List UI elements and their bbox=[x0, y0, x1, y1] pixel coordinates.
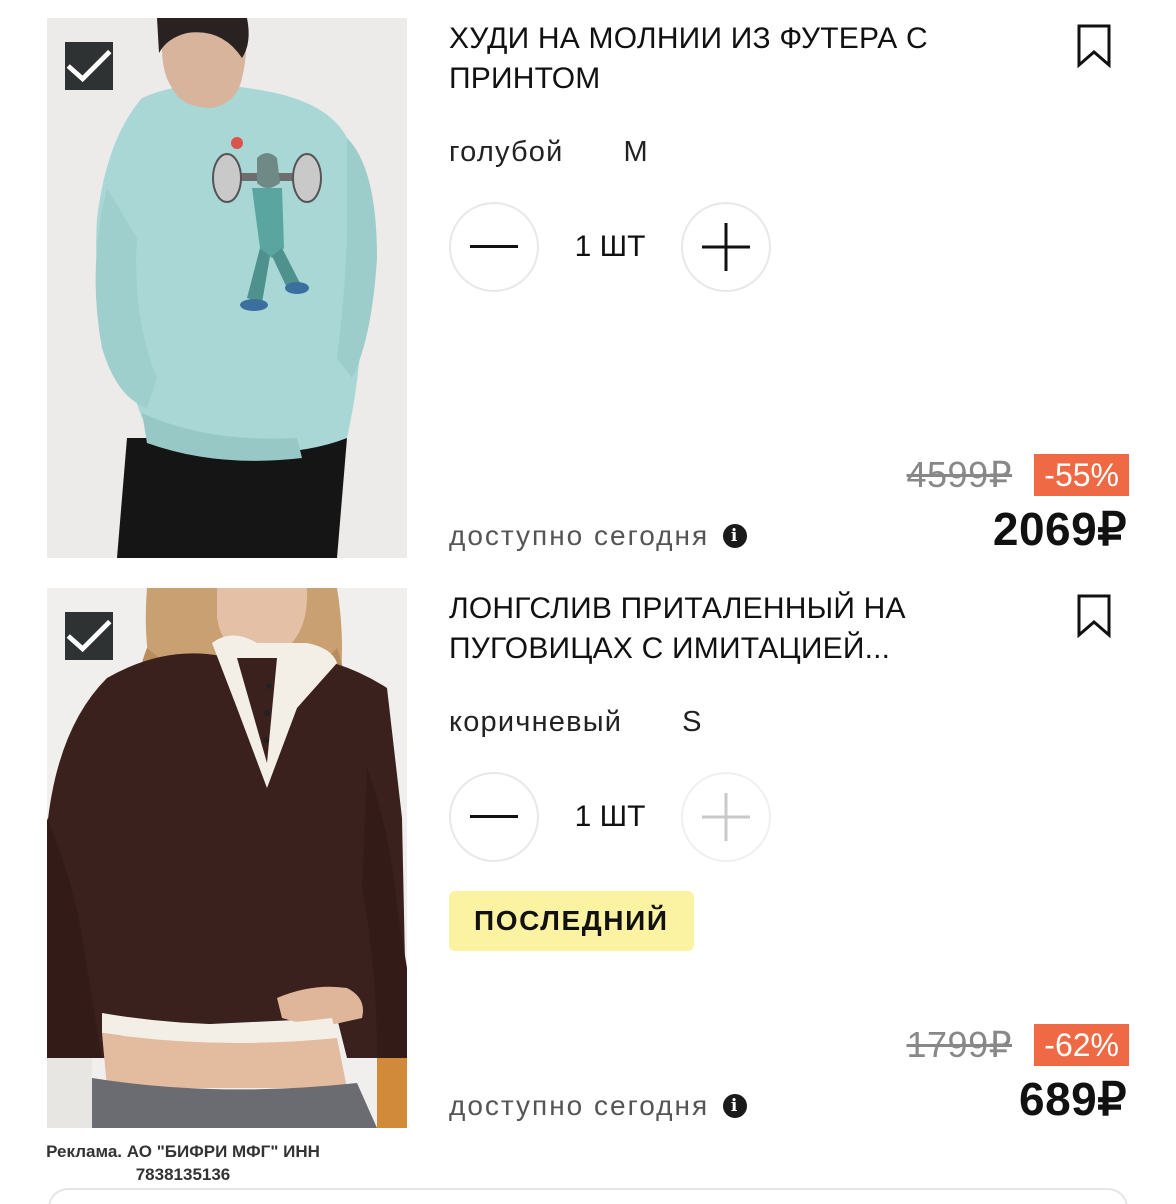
availability-text: доступно сегодня i bbox=[449, 1090, 748, 1122]
current-price: 2069₽ bbox=[992, 503, 1127, 555]
product-attributes: голубой M bbox=[449, 136, 649, 169]
product-image[interactable] bbox=[47, 588, 407, 1128]
discount-badge: -62% bbox=[1034, 1024, 1129, 1066]
checkmark-icon bbox=[66, 49, 112, 83]
current-price: 689₽ bbox=[1018, 1073, 1127, 1125]
last-item-badge: ПОСЛЕДНИЙ bbox=[449, 891, 694, 951]
bookmark-icon[interactable] bbox=[1076, 24, 1112, 68]
color-label: коричневый bbox=[449, 706, 623, 738]
increase-button[interactable] bbox=[681, 772, 771, 862]
availability-label: доступно сегодня bbox=[449, 1090, 710, 1121]
product-image[interactable] bbox=[47, 18, 407, 558]
info-icon[interactable]: i bbox=[723, 524, 748, 548]
discount-badge: -55% bbox=[1034, 454, 1129, 496]
product-title[interactable]: ХУДИ НА МОЛНИИ ИЗ ФУТЕРА С ПРИНТОМ bbox=[449, 19, 1009, 99]
quantity-value: 1 ШТ bbox=[574, 800, 646, 833]
minus-icon bbox=[470, 245, 518, 248]
old-price: 1799₽ bbox=[906, 1024, 1012, 1065]
minus-icon bbox=[470, 815, 518, 818]
cart-item: ХУДИ НА МОЛНИИ ИЗ ФУТЕРА С ПРИНТОМ голуб… bbox=[0, 0, 1176, 570]
size-label: S bbox=[682, 706, 703, 738]
checkmark-icon bbox=[66, 619, 112, 653]
bookmark-icon[interactable] bbox=[1076, 594, 1112, 638]
increase-button[interactable] bbox=[681, 202, 771, 292]
plus-icon bbox=[702, 793, 750, 841]
next-section-card bbox=[48, 1188, 1128, 1204]
decrease-button[interactable] bbox=[449, 772, 539, 862]
quantity-stepper: 1 ШТ bbox=[449, 202, 771, 292]
size-label: M bbox=[623, 136, 649, 168]
select-checkbox[interactable] bbox=[65, 42, 113, 90]
ad-disclaimer: Реклама. АО "БИФРИ МФГ" ИНН 7838135136 bbox=[46, 1142, 320, 1184]
quantity-value: 1 ШТ bbox=[574, 230, 646, 263]
product-attributes: коричневый S bbox=[449, 706, 703, 739]
color-label: голубой bbox=[449, 136, 564, 168]
product-title[interactable]: ЛОНГСЛИВ ПРИТАЛЕННЫЙ НА ПУГОВИЦАХ С ИМИТ… bbox=[449, 589, 1009, 669]
select-checkbox[interactable] bbox=[65, 612, 113, 660]
cart-item: ЛОНГСЛИВ ПРИТАЛЕННЫЙ НА ПУГОВИЦАХ С ИМИТ… bbox=[0, 570, 1176, 1140]
availability-label: доступно сегодня bbox=[449, 520, 710, 551]
plus-icon bbox=[702, 223, 750, 271]
decrease-button[interactable] bbox=[449, 202, 539, 292]
info-icon[interactable]: i bbox=[723, 1094, 748, 1118]
old-price: 4599₽ bbox=[906, 454, 1012, 495]
quantity-stepper: 1 ШТ bbox=[449, 772, 771, 862]
availability-text: доступно сегодня i bbox=[449, 520, 748, 552]
